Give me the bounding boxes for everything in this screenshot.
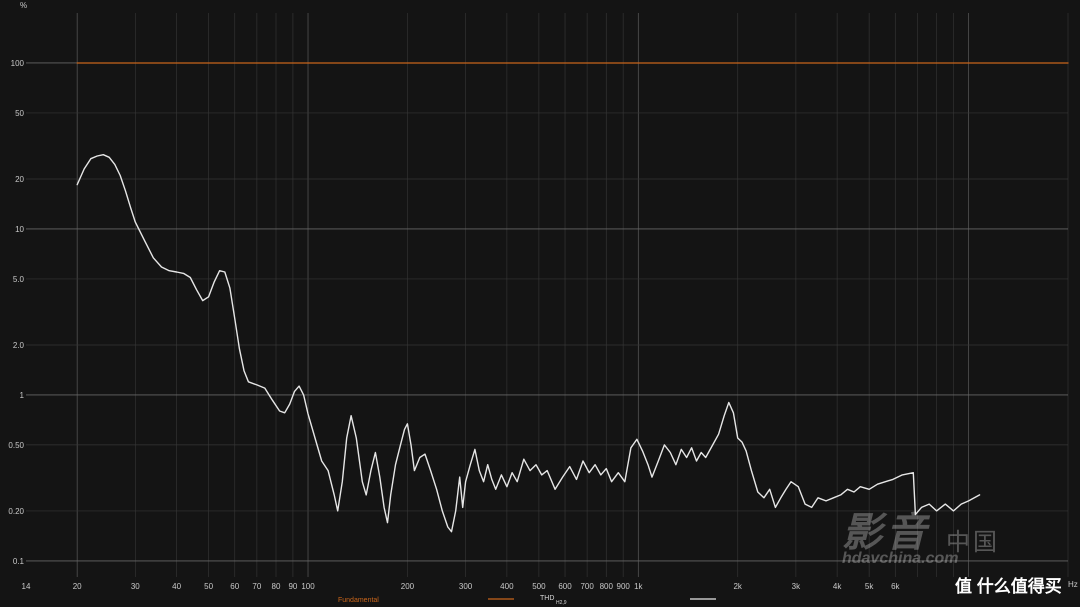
- x-tick-label: 50: [204, 582, 213, 591]
- y-tick-label: 20: [15, 175, 24, 184]
- watermark-badge: 值 什么值得买: [955, 572, 1062, 596]
- x-tick-label: 900: [617, 582, 631, 591]
- x-tick-label: 500: [532, 582, 546, 591]
- x-tick-label: 6k: [891, 582, 900, 591]
- y-tick-label: 1: [20, 391, 25, 400]
- x-tick-label: 4k: [833, 582, 842, 591]
- y-tick-label: 2.0: [13, 341, 25, 350]
- x-tick-label: 40: [172, 582, 181, 591]
- x-tick-label: 600: [558, 582, 572, 591]
- x-tick-label: 20: [73, 582, 82, 591]
- y-tick-label: 0.1: [13, 557, 25, 566]
- x-tick-label: 14: [22, 582, 31, 591]
- legend-label-thd-subscript: H2,9: [556, 600, 567, 606]
- y-tick-label: 0.20: [8, 507, 24, 516]
- x-tick-label: 200: [401, 582, 415, 591]
- x-tick-label: 800: [600, 582, 614, 591]
- x-tick-label: 60: [230, 582, 239, 591]
- x-tick-label: 5k: [865, 582, 874, 591]
- y-tick-label: 10: [15, 225, 24, 234]
- y-unit-label: %: [20, 1, 27, 10]
- watermark-url: hdavchina.com: [842, 550, 959, 567]
- x-tick-label: 700: [580, 582, 594, 591]
- x-tick-label: 70: [252, 582, 261, 591]
- legend-label-thd: THD: [540, 595, 554, 602]
- x-tick-label: 80: [272, 582, 281, 591]
- x-tick-label: 100: [301, 582, 315, 591]
- watermark-badge-text: 值 什么值得买: [955, 577, 1062, 596]
- x-tick-label: 300: [459, 582, 473, 591]
- x-tick-label: 1k: [634, 582, 643, 591]
- x-tick-label: 30: [131, 582, 140, 591]
- x-tick-label: 3k: [792, 582, 801, 591]
- y-tick-label: 100: [11, 59, 25, 68]
- watermark-logo: 影音 中国 hdavchina.com: [840, 498, 1030, 572]
- x-tick-label: 2k: [733, 582, 742, 591]
- y-tick-label: 50: [15, 109, 24, 118]
- x-tick-label: 90: [288, 582, 297, 591]
- y-tick-label: 5.0: [13, 275, 25, 284]
- legend-label-fundamental: Fundamental: [338, 597, 379, 604]
- y-tick-label: 0.50: [8, 441, 24, 450]
- x-unit-label: Hz: [1068, 580, 1078, 589]
- x-tick-label: 400: [500, 582, 514, 591]
